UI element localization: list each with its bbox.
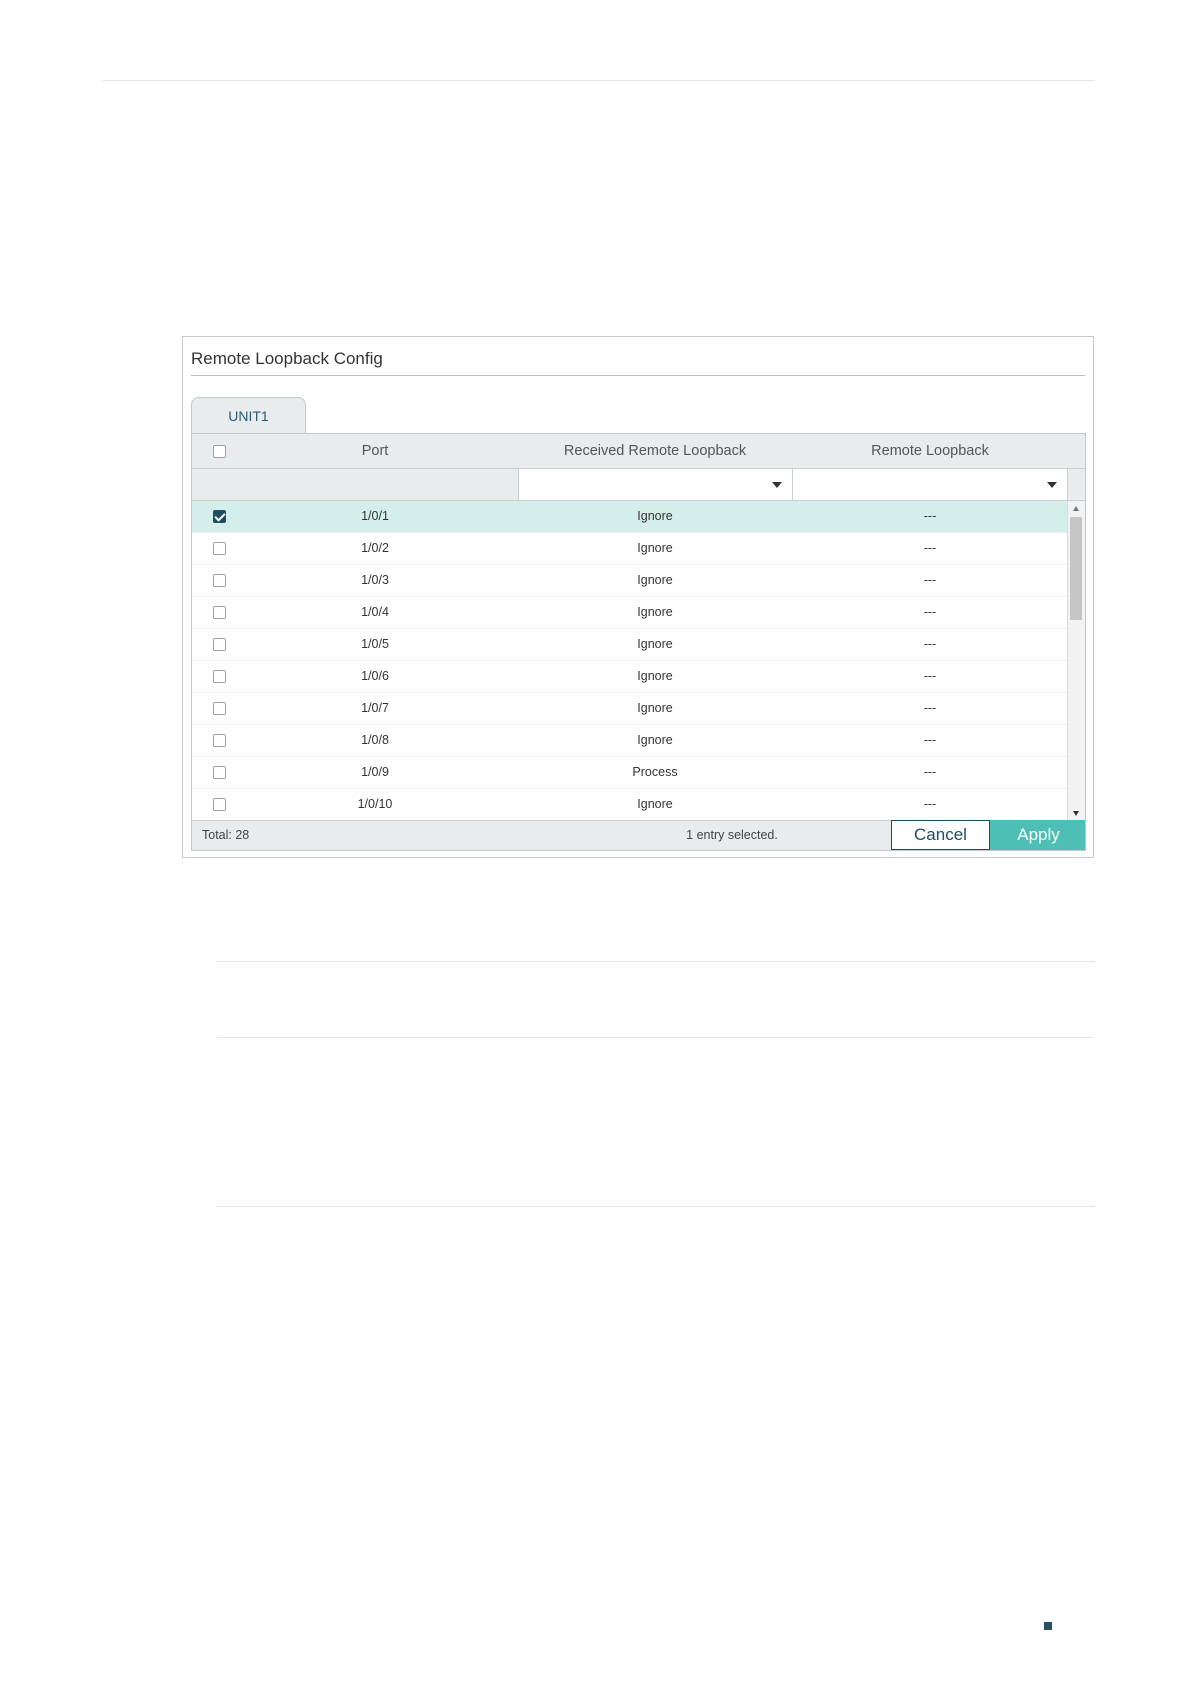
table-row[interactable]: 1/0/5 Ignore ---	[192, 629, 1068, 661]
row-checkbox[interactable]	[213, 638, 226, 651]
table-header: Port Received Remote Loopback Remote Loo…	[192, 434, 1085, 469]
port-cell: 1/0/3	[361, 573, 389, 587]
divider-1	[216, 961, 1095, 962]
port-cell: 1/0/6	[361, 669, 389, 683]
remote-loopback-cell: ---	[923, 733, 937, 747]
table-row[interactable]: 1/0/6 Ignore ---	[192, 661, 1068, 693]
apply-button[interactable]: Apply	[990, 820, 1085, 850]
chevron-down-icon	[772, 482, 782, 488]
select-all-checkbox[interactable]	[213, 445, 226, 458]
selection-info: 1 entry selected.	[686, 828, 778, 842]
chevron-down-icon	[1047, 482, 1057, 488]
port-cell: 1/0/8	[361, 733, 389, 747]
remote-loopback-cell: ---	[923, 541, 937, 555]
remote-loopback-config-panel: Remote Loopback Config UNIT1 Port Receiv…	[182, 336, 1094, 858]
port-table: Port Received Remote Loopback Remote Loo…	[191, 433, 1086, 851]
remote-loopback-cell: ---	[923, 605, 937, 619]
row-checkbox[interactable]	[213, 766, 226, 779]
remote-loopback-select[interactable]	[792, 469, 1068, 500]
port-cell: 1/0/7	[361, 701, 389, 715]
received-remote-loopback-cell: Process	[632, 765, 678, 779]
scroll-thumb[interactable]	[1070, 517, 1082, 620]
table-row[interactable]: 1/0/9 Process ---	[192, 757, 1068, 789]
panel-title: Remote Loopback Config	[191, 349, 383, 368]
table-row[interactable]: 1/0/1 Ignore ---	[192, 501, 1068, 533]
received-remote-loopback-cell: Ignore	[637, 637, 673, 651]
table-row[interactable]: 1/0/2 Ignore ---	[192, 533, 1068, 565]
port-cell: 1/0/5	[361, 637, 389, 651]
remote-loopback-cell: ---	[923, 797, 937, 811]
scroll-down-arrow-icon[interactable]	[1073, 811, 1079, 816]
header-received-remote-loopback[interactable]: Received Remote Loopback	[518, 434, 792, 469]
table-row[interactable]: 1/0/10 Ignore ---	[192, 789, 1068, 821]
scroll-up-arrow-icon[interactable]	[1073, 506, 1079, 511]
row-checkbox[interactable]	[213, 510, 226, 523]
received-remote-loopback-cell: Ignore	[637, 573, 673, 587]
port-cell: 1/0/4	[361, 605, 389, 619]
table-row[interactable]: 1/0/8 Ignore ---	[192, 725, 1068, 757]
table-row[interactable]: 1/0/4 Ignore ---	[192, 597, 1068, 629]
vertical-scrollbar[interactable]	[1067, 501, 1085, 821]
remote-loopback-cell: ---	[923, 573, 937, 587]
received-remote-loopback-cell: Ignore	[637, 797, 673, 811]
received-remote-loopback-select[interactable]	[518, 469, 792, 500]
total-count: Total: 28	[202, 828, 250, 842]
divider-3	[216, 1206, 1095, 1207]
received-remote-loopback-cell: Ignore	[637, 733, 673, 747]
page-marker	[1044, 1622, 1052, 1630]
received-remote-loopback-cell: Ignore	[637, 669, 673, 683]
tab-unit1[interactable]: UNIT1	[191, 397, 306, 433]
batch-edit-row	[192, 469, 1085, 501]
remote-loopback-cell: ---	[923, 509, 937, 523]
port-cell: 1/0/10	[357, 797, 393, 811]
title-divider	[191, 375, 1085, 376]
row-checkbox[interactable]	[213, 606, 226, 619]
port-cell: 1/0/1	[361, 509, 389, 523]
row-checkbox[interactable]	[213, 798, 226, 811]
table-row[interactable]: 1/0/7 Ignore ---	[192, 693, 1068, 725]
table-body: 1/0/1 Ignore --- 1/0/2 Ignore --- 1/0/3 Ignore -…	[192, 501, 1068, 821]
received-remote-loopback-cell: Ignore	[637, 509, 673, 523]
received-remote-loopback-cell: Ignore	[637, 541, 673, 555]
received-remote-loopback-cell: Ignore	[637, 605, 673, 619]
page-header-rule	[103, 80, 1095, 81]
port-cell: 1/0/9	[361, 765, 389, 779]
divider-2	[218, 1037, 1093, 1038]
row-checkbox[interactable]	[213, 734, 226, 747]
remote-loopback-cell: ---	[923, 637, 937, 651]
received-remote-loopback-cell: Ignore	[637, 701, 673, 715]
header-port[interactable]: Port	[232, 434, 518, 469]
port-cell: 1/0/2	[361, 541, 389, 555]
remote-loopback-cell: ---	[923, 701, 937, 715]
cancel-button[interactable]: Cancel	[891, 820, 990, 850]
table-footer: Total: 28 1 entry selected. Cancel Apply	[192, 820, 1085, 850]
table-row[interactable]: 1/0/3 Ignore ---	[192, 565, 1068, 597]
row-checkbox[interactable]	[213, 670, 226, 683]
row-checkbox[interactable]	[213, 542, 226, 555]
row-checkbox[interactable]	[213, 702, 226, 715]
header-remote-loopback[interactable]: Remote Loopback	[792, 434, 1068, 469]
remote-loopback-cell: ---	[923, 669, 937, 683]
row-checkbox[interactable]	[213, 574, 226, 587]
remote-loopback-cell: ---	[923, 765, 937, 779]
